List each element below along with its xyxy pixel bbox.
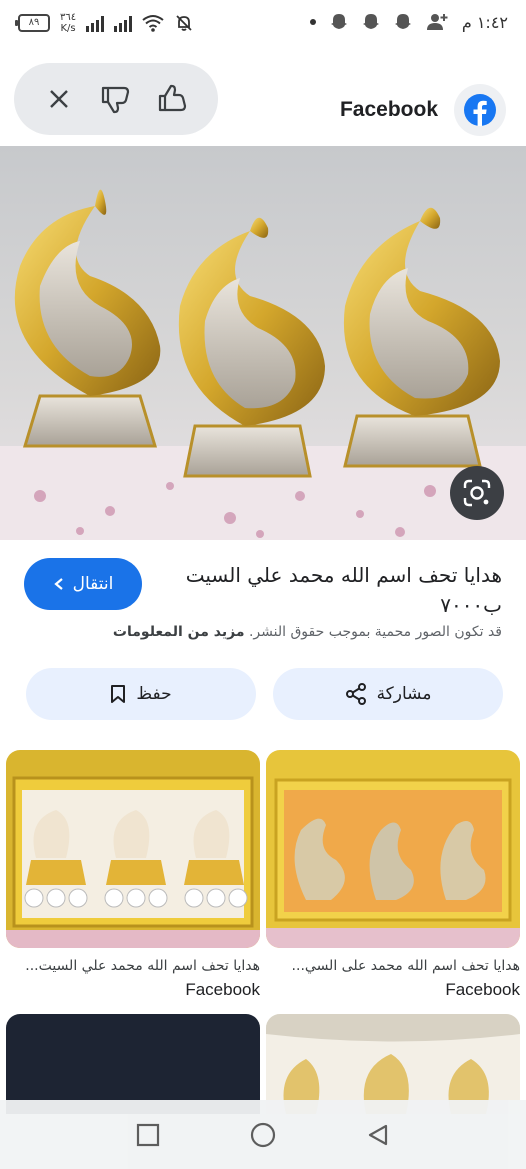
result-image[interactable] xyxy=(0,146,526,540)
close-button[interactable] xyxy=(39,79,79,119)
status-bar-left: ٨٩ ٣٦٤ K/s xyxy=(15,12,194,34)
wifi-icon xyxy=(142,15,164,32)
system-navigation-bar xyxy=(0,1100,526,1169)
share-icon xyxy=(345,683,366,705)
battery-icon: ٨٩ xyxy=(15,14,50,32)
status-bar: ٨٩ ٣٦٤ K/s ١:٤٢ م xyxy=(0,0,526,52)
result-title[interactable]: هدايا تحف اسم الله محمد علي السيت ب٧٠٠٠ xyxy=(172,560,502,620)
visit-button-label: انتقال xyxy=(72,574,114,594)
gift-box-photo xyxy=(6,750,260,948)
related-thumbnail[interactable] xyxy=(266,1014,520,1114)
related-item[interactable]: هدايا تحف اسم الله محمد على السي... Face… xyxy=(266,750,520,1000)
more-info-link[interactable]: مزيد من المعلومات xyxy=(113,624,245,640)
gold-ornaments-photo xyxy=(266,1014,520,1114)
copyright-notice: قد تكون الصور محمية بموجب حقوق النشر. مز… xyxy=(22,624,502,640)
related-source: Facebook xyxy=(445,980,520,999)
save-button[interactable]: حفظ xyxy=(26,668,256,720)
close-icon xyxy=(49,90,68,108)
gift-box-photo xyxy=(266,750,520,948)
visit-button[interactable]: انتقال xyxy=(24,558,142,610)
related-thumbnail xyxy=(266,750,520,948)
home-button[interactable] xyxy=(248,1120,278,1150)
bookmark-icon xyxy=(111,685,126,703)
save-button-label: حفظ xyxy=(136,684,172,704)
chevron-left-icon xyxy=(53,578,63,590)
google-lens-icon xyxy=(463,479,491,507)
related-item[interactable]: هدايا تحف اسم الله محمد علي السيت... Fac… xyxy=(6,750,260,1000)
related-caption: هدايا تحف اسم الله محمد علي السيت... xyxy=(25,958,260,974)
signal-icon xyxy=(86,14,105,32)
recents-button[interactable] xyxy=(133,1120,163,1150)
dislike-button[interactable] xyxy=(96,79,136,119)
source-header[interactable]: Facebook xyxy=(340,84,506,136)
snapchat-icon-2 xyxy=(362,14,379,29)
share-button[interactable]: مشاركة xyxy=(273,668,503,720)
thumbs-up-icon xyxy=(159,84,187,112)
gold-ornaments-photo xyxy=(0,146,526,540)
clock: ١:٤٢ م xyxy=(461,12,508,32)
source-name: Facebook xyxy=(339,98,438,121)
related-thumbnail[interactable] xyxy=(6,1014,260,1114)
circle-icon xyxy=(250,1122,276,1147)
snapchat-icon xyxy=(330,14,347,29)
network-speed-unit: K/s xyxy=(60,23,76,34)
related-caption: هدايا تحف اسم الله محمد على السي... xyxy=(291,958,520,974)
feedback-pill xyxy=(14,63,218,135)
source-favicon xyxy=(454,84,506,136)
facebook-icon xyxy=(464,94,496,126)
related-thumbnail xyxy=(6,750,260,948)
add-person-icon xyxy=(426,14,448,30)
network-speed-value: ٣٦٤ xyxy=(60,12,77,23)
signal-icon-2 xyxy=(114,14,133,32)
like-button[interactable] xyxy=(153,79,193,119)
lens-button[interactable] xyxy=(450,466,504,520)
square-icon xyxy=(136,1123,159,1146)
related-source: Facebook xyxy=(185,980,260,999)
copyright-text: قد تكون الصور محمية بموجب حقوق النشر. xyxy=(248,624,502,640)
bell-off-icon xyxy=(176,15,192,31)
network-speed: ٣٦٤ K/s xyxy=(60,12,76,34)
notification-dot-icon xyxy=(309,19,316,25)
share-button-label: مشاركة xyxy=(376,684,432,704)
triangle-back-icon xyxy=(369,1124,388,1145)
snapchat-icon-3 xyxy=(394,14,411,29)
back-button[interactable] xyxy=(363,1120,393,1150)
status-bar-right: ١:٤٢ م xyxy=(309,12,508,32)
thumbs-down-icon xyxy=(101,86,130,114)
